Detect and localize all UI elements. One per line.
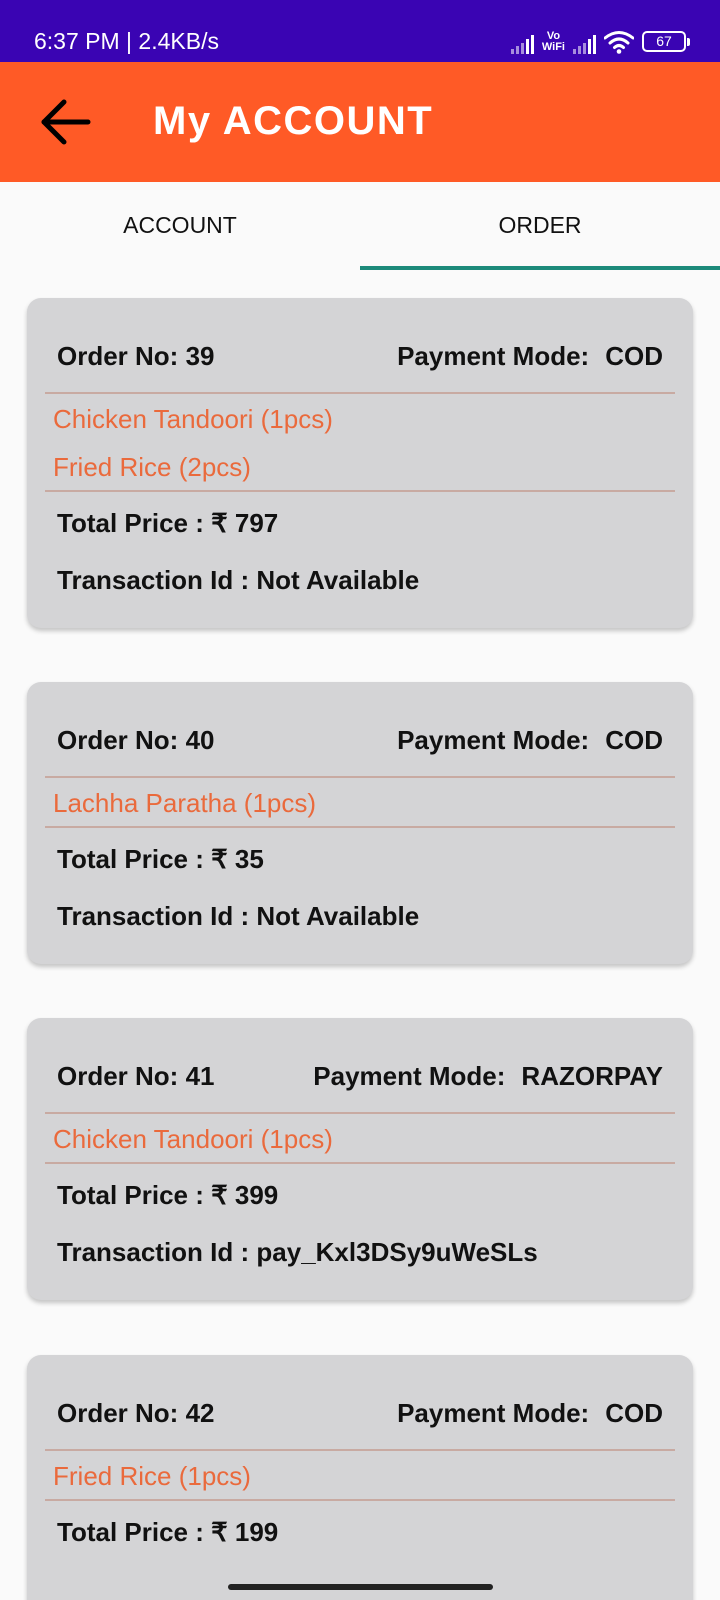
order-card[interactable]: Order No: 40 Payment Mode: COD Lachha Par…: [27, 682, 693, 964]
battery-level: 67: [656, 33, 672, 49]
gesture-nav-handle[interactable]: [228, 1584, 493, 1590]
order-no-value: 41: [185, 1061, 215, 1091]
vowifi-icon: Vo WiFi: [542, 31, 565, 53]
order-item: Chicken Tandoori (1pcs): [53, 1124, 333, 1154]
order-header: Order No: 41 Payment Mode: RAZORPAY: [57, 1061, 663, 1092]
total-price: Total Price : ₹ 399: [57, 1180, 278, 1211]
tab-order[interactable]: ORDER: [360, 182, 720, 270]
divider: [45, 1449, 675, 1451]
total-price-value: ₹ 35: [211, 844, 264, 874]
status-bar: 6:37 PM | 2.4KB/s Vo WiFi 67: [0, 0, 720, 62]
order-no-value: 42: [185, 1398, 215, 1428]
app-bar: My ACCOUNT: [0, 62, 720, 182]
tab-account-label: ACCOUNT: [123, 212, 237, 238]
divider: [45, 826, 675, 828]
total-price: Total Price : ₹ 35: [57, 844, 264, 875]
total-price-value: ₹ 199: [211, 1517, 279, 1547]
wifi-icon: [604, 31, 634, 54]
payment-mode-label: Payment Mode:: [397, 341, 590, 371]
transaction-id: Transaction Id : Not Available: [57, 901, 419, 932]
payment-mode-value: COD: [605, 1398, 663, 1428]
order-header: Order No: 42 Payment Mode: COD: [57, 1398, 663, 1429]
order-card[interactable]: Order No: 42 Payment Mode: COD Fried Rice…: [27, 1355, 693, 1600]
order-no-value: 39: [185, 341, 215, 371]
payment-mode-label: Payment Mode:: [397, 1398, 590, 1428]
status-icons: Vo WiFi 67: [510, 24, 690, 54]
tab-order-label: ORDER: [498, 212, 582, 238]
order-no-label: Order No:: [57, 341, 179, 371]
total-price: Total Price : ₹ 199: [57, 1517, 278, 1548]
order-no-label: Order No:: [57, 1398, 179, 1428]
transaction-id: Transaction Id : Not Available: [57, 565, 419, 596]
order-header: Order No: 40 Payment Mode: COD: [57, 725, 663, 756]
order-card[interactable]: Order No: 39 Payment Mode: COD Chicken Ta…: [27, 298, 693, 628]
transaction-id-label: Transaction Id :: [57, 565, 250, 595]
total-price: Total Price : ₹ 797: [57, 508, 278, 539]
divider: [45, 1112, 675, 1114]
transaction-id-label: Transaction Id :: [57, 901, 250, 931]
status-time: 6:37 PM | 2.4KB/s: [34, 28, 219, 54]
payment-mode-value: COD: [605, 341, 663, 371]
transaction-id-value: Not Available: [256, 901, 420, 931]
order-header: Order No: 39 Payment Mode: COD: [57, 341, 663, 372]
arrow-left-icon[interactable]: [38, 94, 94, 150]
tab-account[interactable]: ACCOUNT: [0, 182, 360, 270]
order-no-value: 40: [185, 725, 215, 755]
total-price-label: Total Price :: [57, 844, 204, 874]
vowifi-bottom-text: WiFi: [541, 41, 565, 53]
battery-icon: 67: [642, 31, 690, 52]
divider: [45, 1499, 675, 1501]
transaction-id-label: Transaction Id :: [57, 1237, 250, 1267]
transaction-id-value: Not Available: [256, 565, 420, 595]
payment-mode-value: COD: [605, 725, 663, 755]
divider: [45, 490, 675, 492]
order-card[interactable]: Order No: 41 Payment Mode: RAZORPAY Chick…: [27, 1018, 693, 1300]
order-item: Fried Rice (2pcs): [53, 452, 251, 482]
order-item: Chicken Tandoori (1pcs): [53, 404, 333, 434]
tab-selected-indicator: [360, 266, 720, 270]
transaction-id: Transaction Id : pay_Kxl3DSy9uWeSLs: [57, 1237, 538, 1268]
cellular-signal-icon: [510, 34, 534, 54]
divider: [45, 776, 675, 778]
total-price-value: ₹ 797: [211, 508, 279, 538]
transaction-id-value: pay_Kxl3DSy9uWeSLs: [256, 1237, 538, 1267]
order-no-label: Order No:: [57, 1061, 179, 1091]
total-price-value: ₹ 399: [211, 1180, 279, 1210]
order-item: Fried Rice (1pcs): [53, 1461, 251, 1491]
cellular-signal-2-icon: [573, 34, 596, 54]
order-no-label: Order No:: [57, 725, 179, 755]
divider: [45, 1162, 675, 1164]
payment-mode-label: Payment Mode:: [313, 1061, 506, 1091]
page-title: My ACCOUNT: [153, 99, 434, 143]
divider: [45, 392, 675, 394]
total-price-label: Total Price :: [57, 508, 204, 538]
total-price-label: Total Price :: [57, 1517, 204, 1547]
order-item: Lachha Paratha (1pcs): [53, 788, 317, 818]
total-price-label: Total Price :: [57, 1180, 204, 1210]
payment-mode-label: Payment Mode:: [397, 725, 590, 755]
tab-bar: ACCOUNT ORDER: [0, 182, 720, 270]
payment-mode-value: RAZORPAY: [521, 1061, 663, 1091]
